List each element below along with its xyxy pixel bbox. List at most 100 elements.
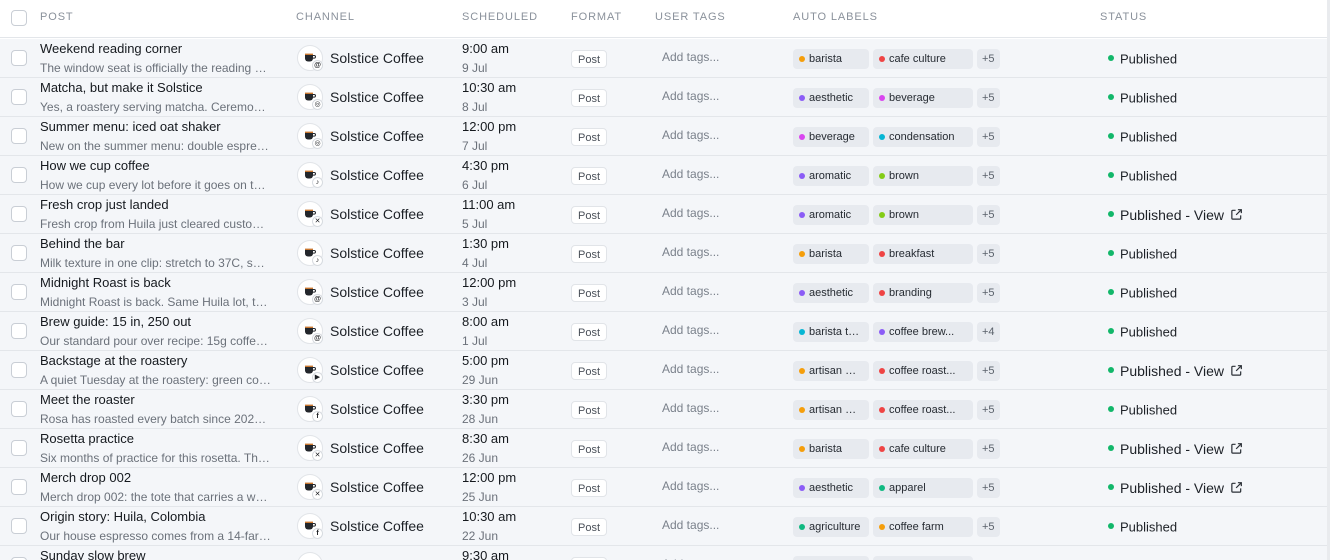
post-title[interactable]: Midnight Roast is back (40, 275, 171, 290)
status-text[interactable]: Published - View (1120, 480, 1224, 496)
table-row[interactable]: Midnight Roast is back Midnight Roast is … (0, 273, 1327, 312)
add-tags-input[interactable]: Add tags... (662, 518, 719, 532)
auto-label-chip[interactable]: aesthetic (793, 478, 869, 498)
post-title[interactable]: Fresh crop just landed (40, 197, 169, 212)
table-row[interactable]: Merch drop 002 Merch drop 002: the tote t… (0, 468, 1327, 507)
table-row[interactable]: Origin story: Huila, Colombia Our house e… (0, 507, 1327, 546)
auto-label-chip[interactable]: condensation (873, 127, 973, 147)
row-select-checkbox[interactable] (11, 245, 27, 261)
auto-label-chip[interactable]: coffee brew... (873, 322, 973, 342)
column-header-post[interactable]: POST (40, 11, 74, 23)
auto-label-chip[interactable]: brown (873, 205, 973, 225)
more-labels-badge[interactable]: +5 (977, 517, 1000, 537)
row-select-checkbox[interactable] (11, 89, 27, 105)
auto-label-chip[interactable] (873, 556, 973, 560)
table-row[interactable]: Matcha, but make it Solstice Yes, a roast… (0, 78, 1327, 117)
select-all-checkbox[interactable] (11, 10, 27, 26)
table-row[interactable]: Brew guide: 15 in, 250 out Our standard p… (0, 312, 1327, 351)
auto-label-chip[interactable]: beverage (873, 88, 973, 108)
post-title[interactable]: Backstage at the roastery (40, 353, 187, 368)
status-text[interactable]: Published - View (1120, 363, 1224, 379)
more-labels-badge[interactable]: +5 (977, 49, 1000, 69)
column-header-auto-labels[interactable]: AUTO LABELS (793, 11, 878, 23)
row-select-checkbox[interactable] (11, 440, 27, 456)
row-select-checkbox[interactable] (11, 479, 27, 495)
post-title[interactable]: Summer menu: iced oat shaker (40, 119, 221, 134)
add-tags-input[interactable]: Add tags... (662, 206, 719, 220)
post-title[interactable]: Meet the roaster (40, 392, 135, 407)
auto-label-chip[interactable]: artisan coff... (793, 400, 869, 420)
auto-label-chip[interactable]: barista (793, 244, 869, 264)
auto-label-chip[interactable]: barista (793, 439, 869, 459)
add-tags-input[interactable]: Add tags... (662, 479, 719, 493)
row-select-checkbox[interactable] (11, 401, 27, 417)
auto-label-chip[interactable]: agriculture (793, 517, 869, 537)
auto-label-chip[interactable]: cafe culture (873, 49, 973, 69)
column-header-user-tags[interactable]: USER TAGS (655, 11, 726, 23)
auto-label-chip[interactable]: beverage (793, 127, 869, 147)
add-tags-input[interactable]: Add tags... (662, 284, 719, 298)
row-select-checkbox[interactable] (11, 50, 27, 66)
row-select-checkbox[interactable] (11, 206, 27, 222)
more-labels-badge[interactable]: +5 (977, 361, 1000, 381)
more-labels-badge[interactable]: +5 (977, 400, 1000, 420)
add-tags-input[interactable]: Add tags... (662, 401, 719, 415)
row-select-checkbox[interactable] (11, 284, 27, 300)
row-select-checkbox[interactable] (11, 167, 27, 183)
post-title[interactable]: Weekend reading corner (40, 41, 182, 56)
table-row[interactable]: Backstage at the roastery A quiet Tuesday… (0, 351, 1327, 390)
post-title[interactable]: Matcha, but make it Solstice (40, 80, 203, 95)
more-labels-badge[interactable]: +5 (977, 478, 1000, 498)
more-labels-badge[interactable]: +5 (977, 166, 1000, 186)
auto-label-chip[interactable]: brown (873, 166, 973, 186)
auto-label-chip[interactable]: barista tools (793, 322, 869, 342)
add-tags-input[interactable]: Add tags... (662, 50, 719, 64)
auto-label-chip[interactable]: breakfast (873, 244, 973, 264)
more-labels-badge[interactable]: +5 (977, 244, 1000, 264)
post-title[interactable]: Sunday slow brew (40, 548, 146, 560)
add-tags-input[interactable]: Add tags... (662, 440, 719, 454)
status-text[interactable]: Published - View (1120, 207, 1224, 223)
more-labels-badge[interactable]: +5 (977, 283, 1000, 303)
column-header-scheduled[interactable]: SCHEDULED (462, 11, 538, 23)
external-link-icon[interactable] (1230, 208, 1243, 221)
post-title[interactable]: Brew guide: 15 in, 250 out (40, 314, 191, 329)
external-link-icon[interactable] (1230, 364, 1243, 377)
post-title[interactable]: How we cup coffee (40, 158, 150, 173)
post-title[interactable]: Origin story: Huila, Colombia (40, 509, 205, 524)
more-labels-badge[interactable]: +5 (977, 127, 1000, 147)
add-tags-input[interactable]: Add tags... (662, 362, 719, 376)
auto-label-chip[interactable]: artisan coff... (793, 361, 869, 381)
auto-label-chip[interactable] (793, 556, 869, 560)
table-row[interactable]: Meet the roaster Rosa has roasted every b… (0, 390, 1327, 429)
column-header-status[interactable]: STATUS (1100, 11, 1147, 23)
table-row[interactable]: How we cup coffee How we cup every lot be… (0, 156, 1327, 195)
column-header-format[interactable]: FORMAT (571, 11, 622, 23)
more-labels-badge[interactable]: +5 (977, 88, 1000, 108)
row-select-checkbox[interactable] (11, 362, 27, 378)
auto-label-chip[interactable]: branding (873, 283, 973, 303)
post-title[interactable]: Rosetta practice (40, 431, 134, 446)
auto-label-chip[interactable]: cafe culture (873, 439, 973, 459)
external-link-icon[interactable] (1230, 481, 1243, 494)
row-select-checkbox[interactable] (11, 518, 27, 534)
external-link-icon[interactable] (1230, 442, 1243, 455)
table-row[interactable]: Fresh crop just landed Fresh crop from Hu… (0, 195, 1327, 234)
row-select-checkbox[interactable] (11, 323, 27, 339)
post-title[interactable]: Merch drop 002 (40, 470, 131, 485)
table-row[interactable]: Sunday slow brew@Solstice Coffee9:30 amP… (0, 546, 1327, 560)
add-tags-input[interactable]: Add tags... (662, 167, 719, 181)
add-tags-input[interactable]: Add tags... (662, 323, 719, 337)
more-labels-badge[interactable]: +5 (977, 205, 1000, 225)
auto-label-chip[interactable]: aesthetic (793, 283, 869, 303)
table-row[interactable]: Weekend reading corner The window seat is… (0, 39, 1327, 78)
auto-label-chip[interactable]: aromatic (793, 166, 869, 186)
more-labels-badge[interactable]: +4 (977, 322, 1000, 342)
add-tags-input[interactable]: Add tags... (662, 245, 719, 259)
column-header-channel[interactable]: CHANNEL (296, 11, 355, 23)
auto-label-chip[interactable]: apparel (873, 478, 973, 498)
auto-label-chip[interactable]: barista (793, 49, 869, 69)
table-row[interactable]: Behind the bar Milk texture in one clip: … (0, 234, 1327, 273)
post-title[interactable]: Behind the bar (40, 236, 125, 251)
row-select-checkbox[interactable] (11, 128, 27, 144)
